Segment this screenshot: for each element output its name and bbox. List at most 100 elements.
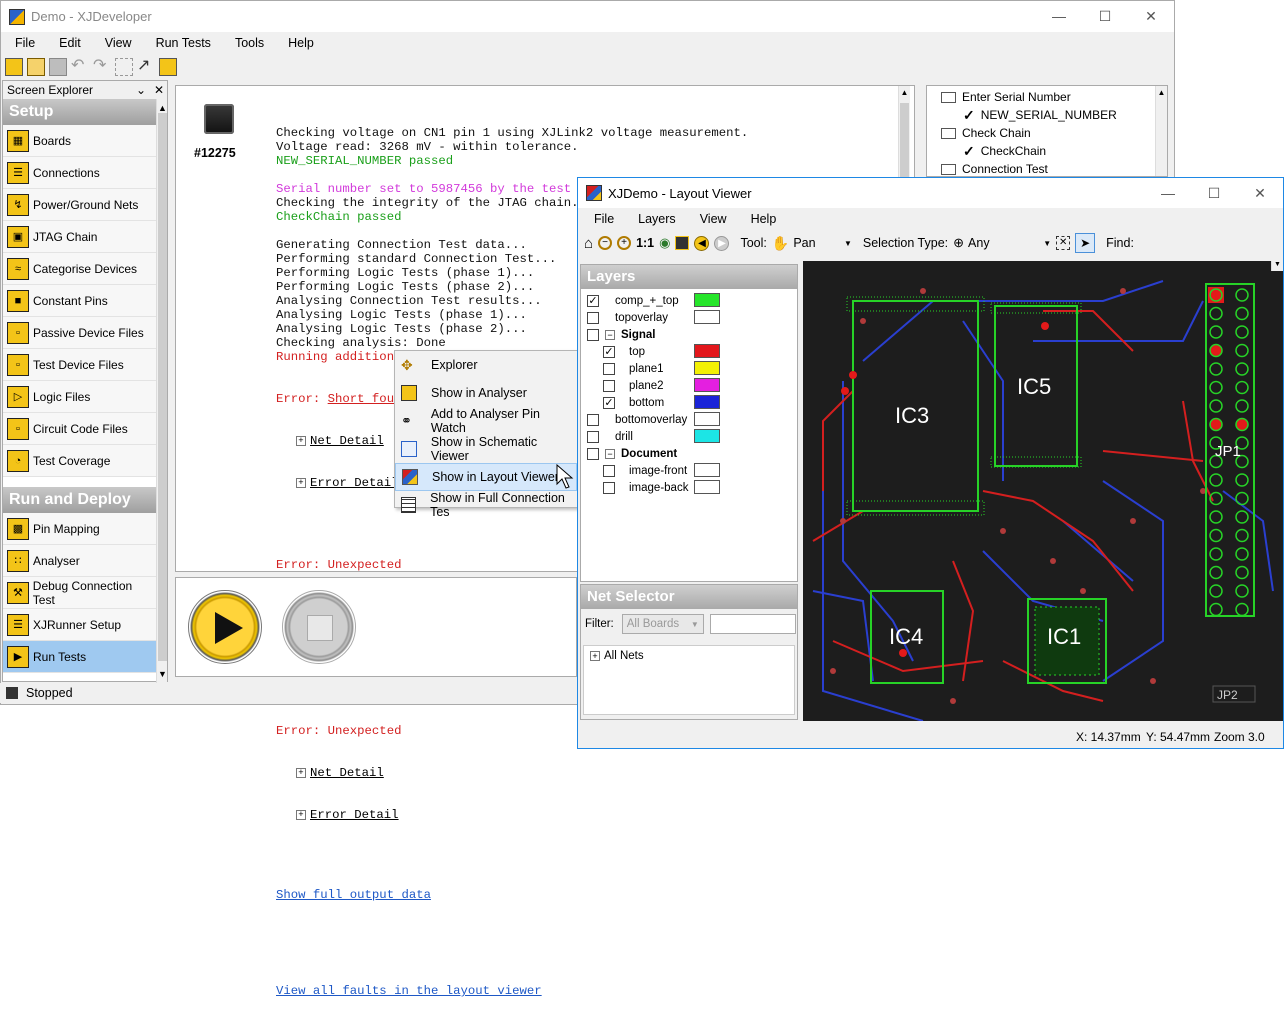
pcb-scrollbar[interactable]: ▼: [1271, 261, 1283, 271]
layer-checkbox[interactable]: [587, 329, 599, 341]
lv-menu-layers[interactable]: Layers: [622, 212, 684, 226]
show-full-output-link[interactable]: Show full output data: [276, 888, 748, 902]
layer-color-swatch[interactable]: [694, 293, 720, 307]
collapse-icon[interactable]: −: [605, 449, 615, 459]
lv-menu-file[interactable]: File: [578, 212, 622, 226]
all-nets-node[interactable]: + All Nets: [584, 646, 794, 662]
scroll-up-icon[interactable]: ▲: [158, 103, 167, 113]
tree-item[interactable]: Enter Serial Number: [941, 88, 1167, 106]
forward-icon[interactable]: ▶: [714, 235, 730, 251]
lv-close-button[interactable]: ✕: [1237, 185, 1283, 202]
expand-icon[interactable]: +: [296, 477, 306, 488]
layer-color-swatch[interactable]: [694, 412, 720, 426]
tree-item[interactable]: ✓ CheckChain: [941, 142, 1167, 160]
zoom-out-icon[interactable]: −: [598, 236, 613, 250]
layer-checkbox[interactable]: [603, 363, 615, 375]
layer-checkbox[interactable]: ✓: [603, 346, 615, 358]
scroll-down-icon[interactable]: ▼: [1272, 261, 1283, 268]
expand-icon[interactable]: +: [296, 435, 306, 446]
net-detail-link[interactable]: Net Detail: [310, 434, 384, 448]
run-button[interactable]: [188, 590, 262, 664]
explorer-item-logic-files[interactable]: ▷ Logic Files: [3, 381, 156, 413]
layer-checkbox[interactable]: ✓: [603, 397, 615, 409]
tree-scrollbar[interactable]: ▲: [1155, 86, 1167, 176]
layer-color-swatch[interactable]: [694, 378, 720, 392]
menu-view[interactable]: View: [91, 36, 142, 50]
error-detail-link[interactable]: Error Detail: [310, 476, 399, 490]
menu-edit[interactable]: Edit: [45, 36, 91, 50]
scroll-down-icon[interactable]: ▼: [158, 669, 167, 679]
menu-item-layout-viewer[interactable]: Show in Layout Viewer: [395, 463, 577, 491]
selection-type-dropdown[interactable]: ⊕ Any ▼: [953, 235, 1051, 251]
lv-menu-help[interactable]: Help: [735, 212, 785, 226]
tree-item[interactable]: ✓ NEW_SERIAL_NUMBER: [941, 106, 1167, 124]
scroll-up-icon[interactable]: ▲: [1156, 88, 1167, 97]
home-icon[interactable]: ⌂: [584, 235, 593, 252]
explorer-item-test-coverage[interactable]: ◔ Test Coverage: [3, 445, 156, 477]
run-deploy-header[interactable]: Run and Deploy: [3, 487, 156, 513]
view-all-faults-link[interactable]: View all faults in the layout viewer: [276, 984, 748, 998]
explorer-item-passive-device-files[interactable]: ▫ Passive Device Files: [3, 317, 156, 349]
undo-icon[interactable]: ↶: [71, 58, 89, 76]
filter-dropdown[interactable]: All Boards ▼: [621, 614, 704, 634]
maximize-button[interactable]: ☐: [1082, 8, 1128, 25]
tree-item[interactable]: Connection Test: [941, 160, 1167, 176]
expand-icon[interactable]: +: [590, 651, 600, 661]
error-detail-link[interactable]: Error Detail: [310, 808, 399, 822]
zoom-in-icon[interactable]: +: [617, 236, 632, 250]
layer-color-swatch[interactable]: [694, 463, 720, 477]
pointer-tool-icon[interactable]: ➤: [1075, 233, 1096, 253]
expand-icon[interactable]: +: [296, 809, 306, 820]
menu-run-tests[interactable]: Run Tests: [142, 36, 221, 50]
menu-item-schematic-viewer[interactable]: Show in Schematic Viewer: [395, 435, 577, 463]
layer-color-swatch[interactable]: [694, 429, 720, 443]
window-icon[interactable]: [115, 58, 133, 76]
setup-header[interactable]: Setup: [3, 99, 156, 125]
layer-color-swatch[interactable]: [694, 361, 720, 375]
explorer-item-test-device-files[interactable]: ▫ Test Device Files: [3, 349, 156, 381]
explorer-item-circuit-code-files[interactable]: ▫ Circuit Code Files: [3, 413, 156, 445]
layer-color-swatch[interactable]: [694, 344, 720, 358]
explorer-item-jtag-chain[interactable]: ▣ JTAG Chain: [3, 221, 156, 253]
explorer-item-analyser[interactable]: ∷ Analyser: [3, 545, 156, 577]
eye-icon[interactable]: ◉: [659, 235, 670, 251]
tree-item[interactable]: Check Chain: [941, 124, 1167, 142]
close-pane-icon[interactable]: ✕: [151, 83, 167, 97]
layer-checkbox[interactable]: ✓: [587, 295, 599, 307]
menu-item-full-connection-test[interactable]: Show in Full Connection Tes: [395, 491, 577, 519]
close-button[interactable]: ✕: [1128, 8, 1174, 25]
menu-item-explorer[interactable]: ✥ Explorer: [395, 351, 577, 379]
redo-icon[interactable]: ↷: [93, 58, 111, 76]
layer-checkbox[interactable]: [603, 380, 615, 392]
layer-checkbox[interactable]: [587, 312, 599, 324]
lv-menu-view[interactable]: View: [684, 212, 735, 226]
net-filter-input[interactable]: [709, 614, 796, 634]
menu-item-show-in-analyser[interactable]: Show in Analyser: [395, 379, 577, 407]
layer-color-swatch[interactable]: [694, 395, 720, 409]
layer-checkbox[interactable]: [587, 448, 599, 460]
menu-help[interactable]: Help: [274, 36, 324, 50]
explorer-item-categorise-devices[interactable]: ≈ Categorise Devices: [3, 253, 156, 285]
explorer-item-constant-pins[interactable]: ■ Constant Pins: [3, 285, 156, 317]
layer-checkbox[interactable]: [603, 465, 615, 477]
lv-maximize-button[interactable]: ☐: [1191, 185, 1237, 202]
minimize-button[interactable]: —: [1036, 8, 1082, 25]
expand-icon[interactable]: +: [296, 767, 306, 778]
explorer-item-boards[interactable]: ▦ Boards: [3, 125, 156, 157]
explorer-item-debug-connection-test[interactable]: ⚒ Debug Connection Test: [3, 577, 156, 609]
net-detail-link[interactable]: Net Detail: [310, 766, 384, 780]
pan-tool-dropdown[interactable]: ✋ Pan ▼: [772, 235, 852, 252]
layer-checkbox[interactable]: [603, 482, 615, 494]
explorer-item-pin-mapping[interactable]: ▩ Pin Mapping: [3, 513, 156, 545]
save-icon[interactable]: [49, 58, 67, 76]
menu-file[interactable]: File: [1, 36, 45, 50]
explorer-scrollbar[interactable]: ▲ ▼: [156, 99, 167, 683]
pin-icon[interactable]: ⌄: [133, 83, 149, 97]
back-icon[interactable]: ◀: [694, 235, 710, 251]
zoom-fit-icon[interactable]: [675, 236, 690, 250]
build-icon[interactable]: [159, 58, 177, 76]
collapse-icon[interactable]: −: [605, 330, 615, 340]
pcb-canvas[interactable]: IC3 IC5 IC4 IC1 JP1 JP2: [803, 261, 1283, 721]
stop-button[interactable]: [282, 590, 356, 664]
lv-minimize-button[interactable]: —: [1145, 185, 1191, 202]
